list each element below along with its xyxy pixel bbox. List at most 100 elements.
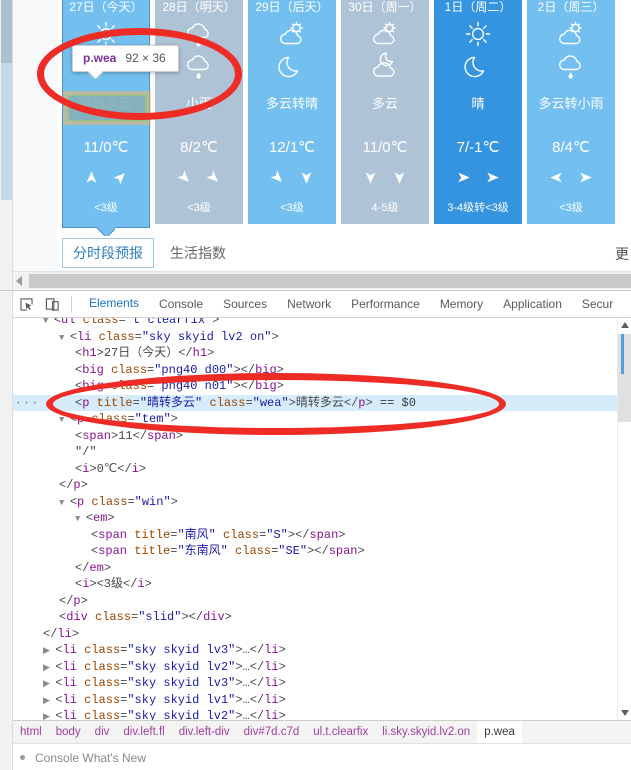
dom-twisty-icon[interactable]: ▶ xyxy=(43,663,55,673)
page-vertical-scrollbar[interactable] xyxy=(0,0,13,290)
moon-icon xyxy=(461,50,495,82)
scroll-left-arrow-icon[interactable] xyxy=(16,276,22,286)
dom-node-row[interactable]: <span title="东南风" class="SE"></span> xyxy=(13,543,631,560)
dom-node-row[interactable]: <big class="png40 d00"></big> xyxy=(13,362,631,379)
forecast-day-column[interactable]: 2日（周三） 多云转小雨 8/4℃ <3级 xyxy=(527,0,615,224)
dom-twisty-icon[interactable]: ▼ xyxy=(75,514,86,524)
dom-token: big xyxy=(82,379,104,393)
devtools-tab-application[interactable]: Application xyxy=(493,291,572,317)
devtools-drawer-footer: Console What's New xyxy=(13,743,631,769)
scrollbar-thumb-upper[interactable] xyxy=(1,0,12,63)
weather-description[interactable]: 多云 xyxy=(341,86,429,122)
dom-node-row[interactable]: ▼ <li class="sky skyid lv2 on"> xyxy=(13,329,631,346)
forecast-tab-item[interactable]: 生活指数 xyxy=(160,239,236,267)
devtools-tab-sources[interactable]: Sources xyxy=(213,291,277,317)
inspect-element-icon[interactable] xyxy=(13,292,39,316)
dom-node-row[interactable]: ▶ <li class="sky skyid lv2">…</li> xyxy=(13,708,631,720)
devtools-tab-memory[interactable]: Memory xyxy=(430,291,493,317)
dom-node-row[interactable]: ▶ <li class="sky skyid lv3">…</li> xyxy=(13,675,631,692)
breadcrumb-item[interactable]: div xyxy=(88,721,117,743)
dom-node-row[interactable]: </li> xyxy=(13,626,631,643)
cloudsun-icon xyxy=(275,18,309,50)
dom-token: > xyxy=(276,362,284,377)
weather-description[interactable]: 多云转晴 xyxy=(248,86,336,122)
dom-node-row[interactable]: </em> xyxy=(13,560,631,577)
dom-node-row[interactable]: ▶ <li class="sky skyid lv3">…</li> xyxy=(13,642,631,659)
breadcrumb-item[interactable]: div.left-div xyxy=(172,721,237,743)
dom-node-row[interactable]: <i>0℃</i> xyxy=(13,461,631,478)
devtools-tab-console[interactable]: Console xyxy=(149,291,213,317)
devtools-tab-network[interactable]: Network xyxy=(277,291,341,317)
scroll-up-arrow-icon[interactable] xyxy=(621,322,629,328)
dom-node-row[interactable]: </p> xyxy=(13,477,631,494)
wind-arrow-downright-icon xyxy=(270,170,285,190)
dom-tree[interactable]: ▼ <ul class="t clearfix"> ▼ <li class="sk… xyxy=(13,318,631,720)
device-toolbar-icon[interactable] xyxy=(39,292,65,316)
breadcrumb-item[interactable]: body xyxy=(49,721,88,743)
dom-token: = xyxy=(132,395,140,410)
dom-tree-scrollbar[interactable] xyxy=(617,318,631,720)
dom-twisty-icon[interactable]: ▶ xyxy=(43,696,55,706)
dom-node-row[interactable]: <div class="slid"></div> xyxy=(13,609,631,626)
dom-token xyxy=(89,396,96,410)
dom-node-row[interactable]: <span title="南风" class="S"></span> xyxy=(13,527,631,544)
forecast-day-column[interactable]: 30日（周一） 多云 11/0℃ 4-5级 xyxy=(341,0,429,224)
breadcrumb-item[interactable]: li.sky.skyid.lv2.on xyxy=(375,721,477,743)
temperature-range: 8/4℃ xyxy=(552,139,590,156)
dom-token: … xyxy=(242,659,250,674)
dom-twisty-icon[interactable]: ▼ xyxy=(59,498,70,508)
dom-node-row[interactable]: ▶ <li class="sky skyid lv1">…</li> xyxy=(13,692,631,709)
dom-twisty-icon[interactable]: ▶ xyxy=(43,679,55,689)
dom-token: title xyxy=(134,544,171,558)
dom-node-text: <big class="png40 d00"></big> xyxy=(13,362,631,379)
dom-token: "wea" xyxy=(252,395,289,410)
dom-node-row[interactable]: ▼ <p class="tem"> xyxy=(13,411,631,428)
dom-node-row[interactable]: <h1>27日（今天）</h1> xyxy=(13,345,631,362)
weather-description[interactable]: 小雨 xyxy=(155,86,243,122)
dom-token: > xyxy=(71,626,80,641)
dom-twisty-icon[interactable]: ▶ xyxy=(43,646,55,656)
forecast-tab-active[interactable]: 分时段预报 xyxy=(62,238,154,268)
breadcrumb-item[interactable]: div.left.fl xyxy=(116,721,171,743)
scroll-down-arrow-icon[interactable] xyxy=(621,710,629,716)
devtools-tab-secur[interactable]: Secur xyxy=(572,291,623,317)
dom-token: li xyxy=(264,709,279,720)
hscroll-thumb[interactable] xyxy=(29,274,631,288)
devtools-tab-performance[interactable]: Performance xyxy=(341,291,430,317)
dom-node-row[interactable]: ▶ <li class="sky skyid lv2">…</li> xyxy=(13,659,631,676)
devtools-tabbar: Elements Console Sources Network Performance… xyxy=(13,291,631,318)
dom-twisty-icon[interactable]: ▼ xyxy=(59,415,70,425)
dom-twisty-icon[interactable]: ▼ xyxy=(43,318,54,326)
breadcrumb-item[interactable]: ul.t.clearfix xyxy=(306,721,375,743)
wind-level: <3级 xyxy=(280,202,304,214)
forecast-day-label: 30日（周一） xyxy=(348,0,422,14)
dom-token: </ xyxy=(178,346,193,360)
dom-node-row[interactable]: <big class="png40 n01"></big> xyxy=(13,378,631,395)
dom-node-row[interactable]: <span>11</span> xyxy=(13,428,631,445)
dom-node-row[interactable]: ▼ <em> xyxy=(13,510,631,527)
dom-scrollbar-thumb[interactable] xyxy=(618,334,631,422)
dom-node-row[interactable]: </p> xyxy=(13,593,631,610)
dom-token: > xyxy=(170,412,178,426)
weather-description[interactable]: 多云转小雨 xyxy=(527,86,615,122)
breadcrumb-item[interactable]: html xyxy=(13,721,49,743)
dom-token: "S" xyxy=(266,527,288,542)
forecast-day-column[interactable]: 29日（后天） 多云转晴 12/1℃ <3级 xyxy=(248,0,336,224)
breadcrumb-item[interactable]: div#7d.c7d xyxy=(237,721,307,743)
forecast-day-column[interactable]: 27日（今天）晴转多云11/0℃<3级 xyxy=(62,0,151,228)
forecast-day-column[interactable]: 28日（明天） 小雨 8/2℃ <3级 xyxy=(155,0,243,224)
dom-node-text: ▼ <p class="win"> xyxy=(13,494,631,512)
weather-description[interactable]: 晴 xyxy=(434,86,522,122)
dom-node-row[interactable]: "/" xyxy=(13,444,631,461)
dom-twisty-icon[interactable]: ▼ xyxy=(59,333,70,343)
forecast-day-column[interactable]: 1日（周二） 晴 7/-1℃ 3-4级转<3级 xyxy=(434,0,522,224)
dom-node-row[interactable]: ··· <p title="晴转多云" class="wea">晴转多云</p> … xyxy=(13,394,631,411)
devtools-tab-elements[interactable]: Elements xyxy=(79,291,150,317)
dom-node-text: <i><3级</i> xyxy=(13,576,631,593)
dom-twisty-icon[interactable]: ▶ xyxy=(43,712,55,720)
breadcrumb-item[interactable]: p.wea xyxy=(477,721,522,743)
dom-node-row[interactable]: ▼ <ul class="t clearfix"> xyxy=(13,318,631,329)
dom-node-row[interactable]: ▼ <p class="win"> xyxy=(13,494,631,511)
page-horizontal-scrollbar[interactable] xyxy=(13,271,631,289)
dom-node-row[interactable]: <i><3级</i> xyxy=(13,576,631,593)
